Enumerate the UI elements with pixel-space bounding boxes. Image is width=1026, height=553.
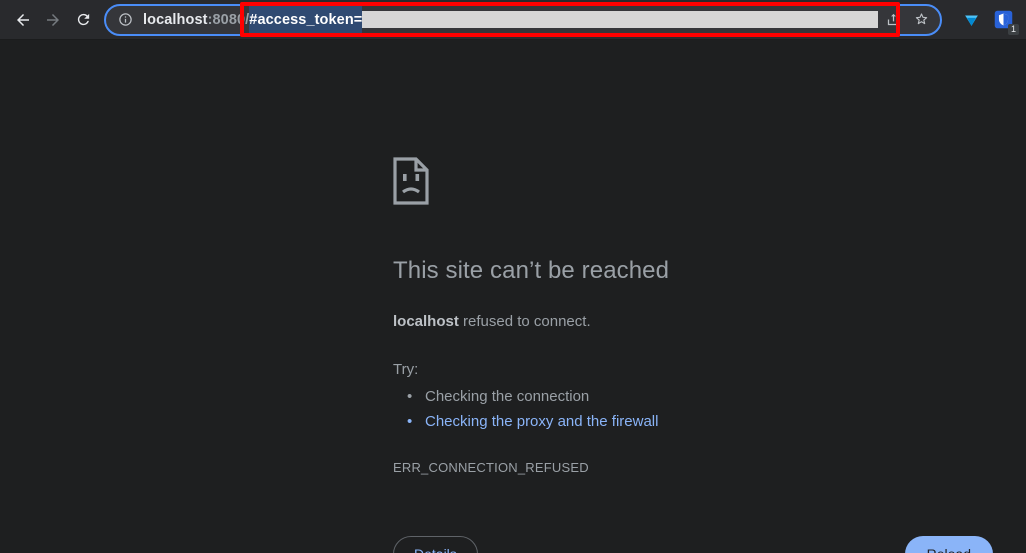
error-summary-host: localhost [393,313,459,330]
url-text[interactable]: localhost:8080/#access_token= [143,4,878,35]
extension-badge-count: 1 [1008,23,1019,35]
back-arrow-icon [17,13,29,26]
share-button[interactable] [880,7,906,33]
forward-arrow-icon [47,13,59,26]
reload-page-button[interactable] [68,5,98,35]
page-title: This site can’t be reached [393,257,670,284]
sad-page-icon [393,157,993,210]
share-icon [887,13,899,26]
star-icon [915,13,927,25]
shield-extension-button[interactable]: 1 [988,5,1019,35]
details-button[interactable]: Details [393,536,478,553]
suggestions-list: Checking the connection Checking the pro… [399,384,993,434]
button-row: Details Reload [393,536,993,553]
extensions-area: 1 [948,5,1019,35]
site-info-icon[interactable] [114,9,136,31]
address-bar[interactable]: localhost:8080/#access_token= [104,3,942,36]
url-port: :8080 [207,11,246,28]
gem-extension-button[interactable] [956,5,986,35]
error-content: This site can’t be reached localhost ref… [393,157,993,475]
bookmark-button[interactable] [908,7,934,33]
reload-icon [77,13,89,26]
error-page: This site can’t be reached localhost ref… [0,40,1026,553]
forward-button[interactable] [38,5,68,35]
suggestion-check-connection: Checking the connection [399,384,993,409]
error-summary: localhost refused to connect. [393,311,993,332]
error-code: ERR_CONNECTION_REFUSED [393,460,589,475]
back-button[interactable] [8,5,38,35]
reload-button[interactable]: Reload [904,536,993,553]
url-redaction-bar [362,11,878,28]
try-label: Try: [393,361,419,378]
browser-toolbar: localhost:8080/#access_token= 1 [0,0,1026,40]
error-summary-rest: refused to connect. [458,313,591,330]
info-circle-icon [118,13,132,26]
gem-icon [964,15,978,26]
suggestion-check-proxy-firewall-link[interactable]: Checking the proxy and the firewall [399,409,993,434]
url-host: localhost [143,11,208,28]
url-selected-fragment: #access_token= [249,4,363,35]
